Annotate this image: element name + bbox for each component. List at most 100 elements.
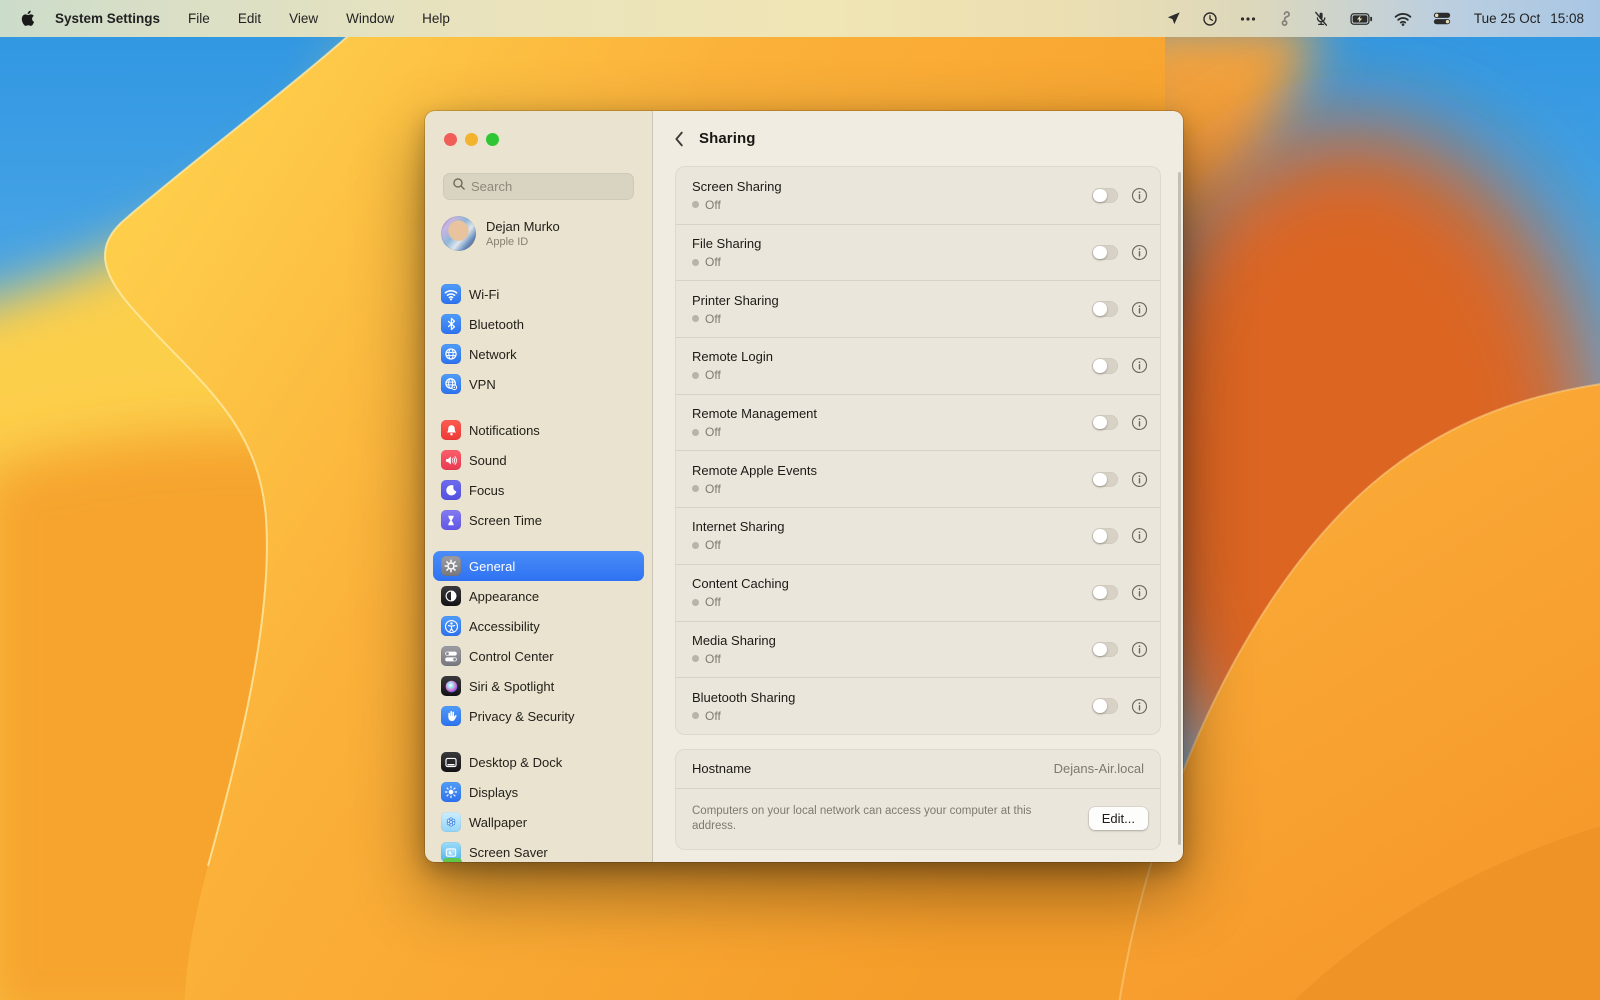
sidebar-item-appearance[interactable]: Appearance [433,581,644,611]
menubar-clock[interactable]: Tue 25 Oct 15:08 [1474,11,1584,26]
status-text: Off [705,595,721,609]
control-center-toggles-icon [441,646,461,666]
service-toggle[interactable] [1092,301,1118,317]
service-status: Off [692,595,789,609]
info-icon[interactable] [1131,244,1148,261]
accessibility-icon [441,616,461,636]
service-toggle[interactable] [1092,245,1118,261]
menu-help[interactable]: Help [422,11,450,26]
content-pane: Sharing Screen Sharing Off [653,111,1183,862]
service-toggle[interactable] [1092,188,1118,204]
sidebar-item-control-center[interactable]: Control Center [433,641,644,671]
sidebar-item-wifi[interactable]: Wi-Fi [433,279,644,309]
battery-item-sliver [443,858,462,862]
search-input[interactable] [471,179,625,194]
recent-items-icon[interactable] [1202,11,1218,27]
service-controls [1092,584,1148,601]
battery-charging-icon[interactable] [1350,12,1373,26]
scrollbar[interactable] [1178,172,1181,845]
menu-file[interactable]: File [188,11,210,26]
service-toggle[interactable] [1092,585,1118,601]
sidebar-item-accessibility[interactable]: Accessibility [433,611,644,641]
menubar-app-name[interactable]: System Settings [55,11,160,26]
menu-window[interactable]: Window [346,11,394,26]
service-toggle[interactable] [1092,698,1118,714]
zoom-button[interactable] [486,133,499,146]
service-toggle[interactable] [1092,358,1118,374]
info-icon[interactable] [1131,357,1148,374]
toggle-knob [1093,189,1107,203]
service-text: Content Caching Off [692,576,789,609]
service-name: Screen Sharing [692,179,782,194]
profile-row[interactable]: Dejan Murko Apple ID [425,200,652,251]
sidebar-item-notifications[interactable]: Notifications [433,415,644,445]
status-text: Off [705,425,721,439]
sidebar-item-bluetooth[interactable]: Bluetooth [433,309,644,339]
info-icon[interactable] [1131,471,1148,488]
info-icon[interactable] [1131,414,1148,431]
more-status-icon[interactable] [1239,11,1257,27]
vpn-globe-icon [441,374,461,394]
sidebar-item-network[interactable]: Network [433,339,644,369]
sidebar-item-vpn[interactable]: VPN [433,369,644,399]
info-icon[interactable] [1131,641,1148,658]
profile-subtitle: Apple ID [486,236,560,248]
microphone-muted-icon[interactable] [1313,11,1329,27]
menu-view[interactable]: View [289,11,318,26]
status-dot-icon [692,315,699,322]
status-dot-icon [692,712,699,719]
sharing-service-row: Media Sharing Off [676,621,1160,678]
sidebar-item-sound[interactable]: Sound [433,445,644,475]
wifi-status-icon[interactable] [1394,12,1412,26]
sidebar-item-screen-time[interactable]: Screen Time [433,505,644,535]
sidebar-item-siri-spotlight[interactable]: Siri & Spotlight [433,671,644,701]
apple-menu-icon[interactable] [20,10,35,27]
sidebar-item-focus[interactable]: Focus [433,475,644,505]
sidebar-item-general[interactable]: General [433,551,644,581]
status-text: Off [705,652,721,666]
siri-icon [441,676,461,696]
content-header: Sharing [653,111,1183,166]
info-icon[interactable] [1131,527,1148,544]
service-status: Off [692,482,817,496]
info-icon[interactable] [1131,187,1148,204]
globe-icon [441,344,461,364]
minimize-button[interactable] [465,133,478,146]
close-button[interactable] [444,133,457,146]
service-toggle[interactable] [1092,642,1118,658]
service-controls [1092,471,1148,488]
sidebar-item-desktop-dock[interactable]: Desktop & Dock [433,747,644,777]
sidebar-item-displays[interactable]: Displays [433,777,644,807]
sharing-service-row: Internet Sharing Off [676,507,1160,564]
menu-edit[interactable]: Edit [238,11,261,26]
status-dot-icon [692,542,699,549]
menu-bar: System Settings File Edit View Window He… [0,0,1600,37]
service-toggle[interactable] [1092,415,1118,431]
back-button[interactable] [672,130,686,148]
search-field[interactable] [443,173,634,200]
service-status: Off [692,652,776,666]
status-dot-icon [692,429,699,436]
info-icon[interactable] [1131,698,1148,715]
toggle-knob [1093,473,1107,487]
sidebar-item-screen-saver[interactable]: Screen Saver [433,837,644,862]
status-hook-icon[interactable] [1278,11,1292,27]
location-icon[interactable] [1166,11,1181,26]
control-center-icon[interactable] [1433,12,1451,25]
service-toggle[interactable] [1092,528,1118,544]
avatar [441,216,476,251]
sidebar-item-wallpaper[interactable]: Wallpaper [433,807,644,837]
sidebar-item-label: General [469,559,515,574]
edit-hostname-button[interactable]: Edit... [1089,807,1148,830]
sidebar-item-label: Network [469,347,517,362]
sidebar-item-label: VPN [469,377,496,392]
sidebar-item-privacy-security[interactable]: Privacy & Security [433,701,644,731]
info-icon[interactable] [1131,301,1148,318]
sharing-service-row: Content Caching Off [676,564,1160,621]
hostname-description: Computers on your local network can acce… [692,804,1037,834]
sidebar-item-label: Privacy & Security [469,709,574,724]
service-text: Screen Sharing Off [692,179,782,212]
service-text: Printer Sharing Off [692,293,779,326]
service-toggle[interactable] [1092,472,1118,488]
info-icon[interactable] [1131,584,1148,601]
